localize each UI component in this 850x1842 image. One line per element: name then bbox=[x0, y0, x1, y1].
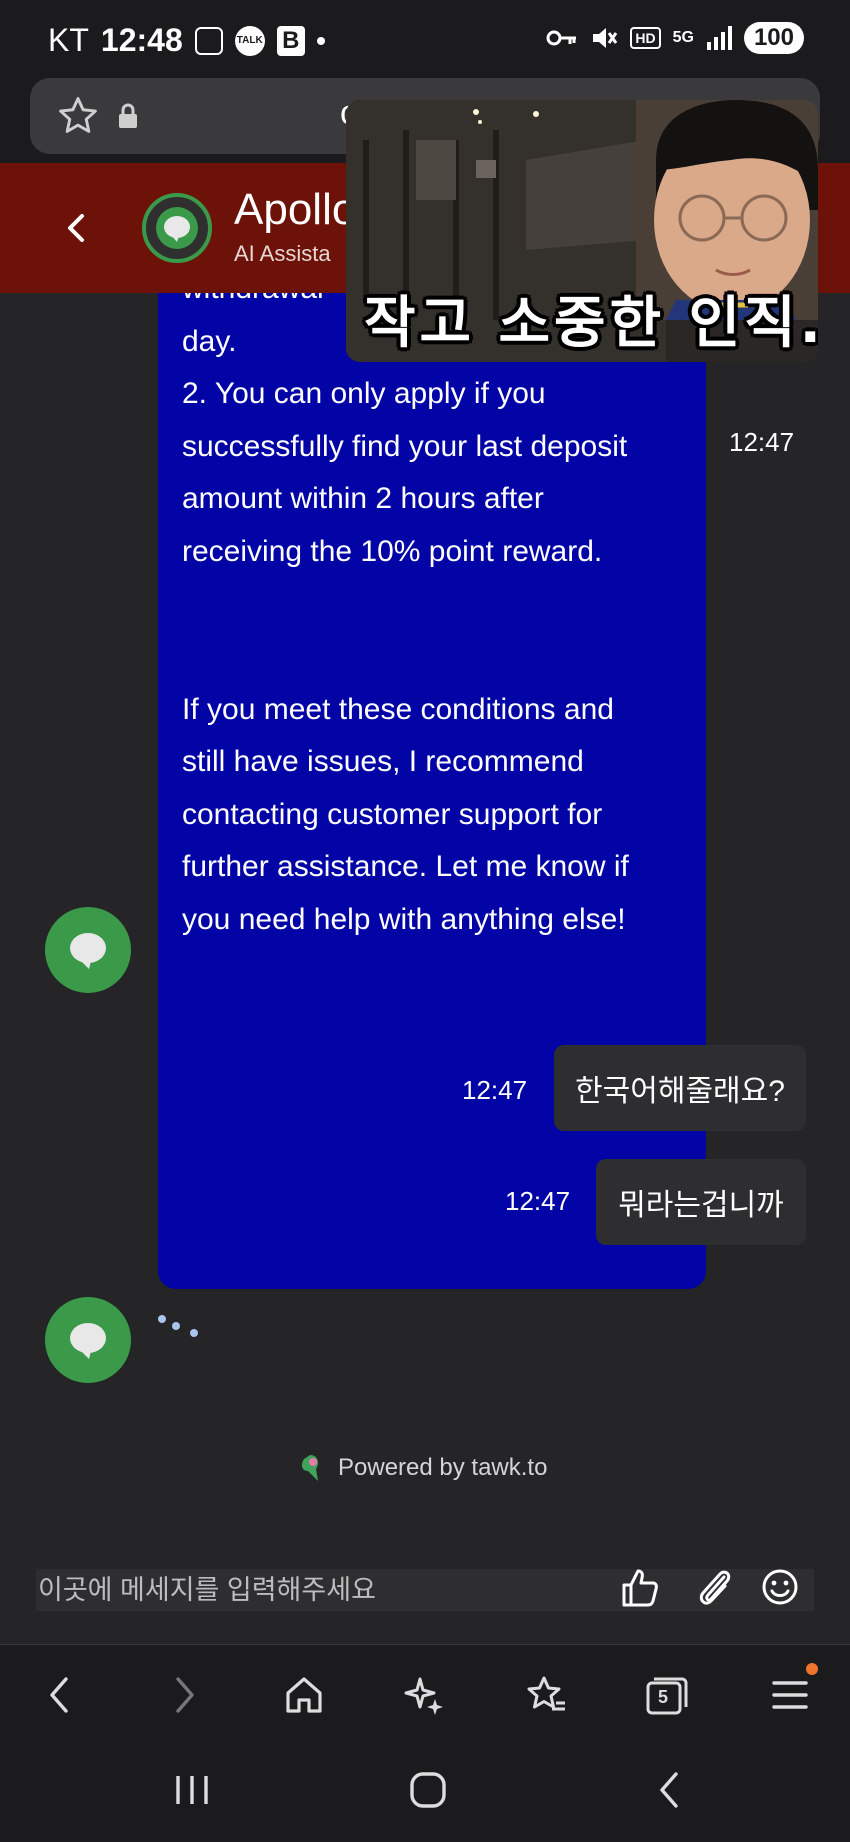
system-nav-bar bbox=[0, 1740, 850, 1842]
message-line: day. bbox=[182, 325, 237, 358]
clock: 12:48 bbox=[100, 22, 183, 58]
typing-indicator bbox=[158, 1315, 198, 1337]
message-line: still have issues, I recommend bbox=[182, 745, 584, 778]
system-back-icon[interactable] bbox=[648, 1768, 692, 1812]
screenshot-icon bbox=[194, 26, 223, 55]
menu-icon[interactable] bbox=[768, 1673, 812, 1717]
powered-by-label: Powered by tawk.to bbox=[338, 1454, 548, 1481]
mute-icon bbox=[593, 28, 618, 48]
back-icon[interactable] bbox=[58, 208, 94, 248]
menu-notification-dot bbox=[806, 1663, 818, 1675]
agent-avatar-small bbox=[45, 1297, 131, 1383]
battery-indicator: 100 bbox=[743, 22, 804, 54]
status-left: KT 12:48 TALK B bbox=[48, 22, 325, 59]
message-line: withdrawal bbox=[182, 293, 324, 316]
message-line: contacting customer support for bbox=[182, 798, 603, 831]
agent-avatar bbox=[142, 193, 212, 263]
carrier-label: KT bbox=[48, 22, 89, 58]
signal-icon bbox=[706, 26, 732, 50]
agent-role: AI Assista bbox=[234, 241, 331, 266]
emoji-icon[interactable] bbox=[760, 1565, 800, 1609]
message-line: receiving the 10% point reward. bbox=[182, 535, 603, 568]
user-message-bubble: 뭐라는겁니까 bbox=[596, 1159, 806, 1245]
home-icon[interactable] bbox=[282, 1673, 326, 1717]
lock-icon bbox=[119, 103, 137, 128]
message-input[interactable] bbox=[36, 1569, 606, 1611]
user-message-time: 12:47 bbox=[462, 1075, 528, 1105]
user-message-time: 12:47 bbox=[505, 1186, 571, 1216]
browser-bottom-nav: 5 bbox=[0, 1644, 850, 1740]
message-line: 2. You can only apply if you bbox=[182, 377, 546, 410]
message-line: you need help with anything else! bbox=[182, 903, 626, 936]
chat-bubble-icon bbox=[70, 933, 106, 969]
thumbs-up-icon[interactable] bbox=[620, 1565, 660, 1609]
agent-message-bubble: withdrawal day. 2. You can only apply if… bbox=[158, 293, 706, 1289]
b-app-icon: B bbox=[276, 25, 305, 56]
status-right: HD 5G 100 bbox=[546, 22, 804, 54]
attach-icon[interactable] bbox=[694, 1565, 734, 1609]
tabs-count: 5 bbox=[658, 1687, 669, 1707]
message-line: further assistance. Let me know if bbox=[182, 850, 629, 883]
bookmarks-icon[interactable] bbox=[524, 1673, 568, 1717]
network-5g-icon: 5G bbox=[672, 29, 694, 46]
status-bar: KT 12:48 TALK B HD 5G 100 bbox=[0, 0, 850, 78]
bookmark-star-icon[interactable] bbox=[56, 94, 100, 138]
sparkle-ai-icon[interactable] bbox=[402, 1673, 446, 1717]
hd-icon: HD bbox=[630, 27, 661, 49]
video-caption: 작고 소중한 인직.. bbox=[364, 291, 818, 356]
message-line: amount within 2 hours after bbox=[182, 482, 544, 515]
recent-apps-icon[interactable] bbox=[170, 1768, 214, 1812]
tawk-logo-icon bbox=[301, 1455, 318, 1481]
chat-bubble-icon bbox=[70, 1323, 106, 1359]
message-line: If you meet these conditions and bbox=[182, 693, 614, 726]
browser-forward-icon[interactable] bbox=[162, 1673, 206, 1717]
powered-by[interactable]: Powered by tawk.to bbox=[296, 1453, 547, 1483]
chat-bubble-icon bbox=[156, 207, 198, 249]
video-overlay[interactable]: 작고 소중한 인직.. bbox=[346, 100, 818, 362]
more-notifications-icon bbox=[316, 36, 325, 45]
message-line: successfully find your last deposit bbox=[182, 430, 628, 463]
system-home-icon[interactable] bbox=[406, 1768, 450, 1812]
key-icon bbox=[546, 30, 577, 46]
kakaotalk-icon: TALK bbox=[234, 25, 265, 56]
chat-messages[interactable]: withdrawal day. 2. You can only apply if… bbox=[0, 293, 850, 1570]
agent-avatar-small bbox=[45, 907, 131, 993]
user-message-bubble: 한국어해줄래요? bbox=[554, 1045, 806, 1131]
agent-message-time: 12:47 bbox=[729, 427, 795, 457]
agent-name: Apollo bbox=[234, 185, 357, 234]
browser-back-icon[interactable] bbox=[38, 1673, 82, 1717]
